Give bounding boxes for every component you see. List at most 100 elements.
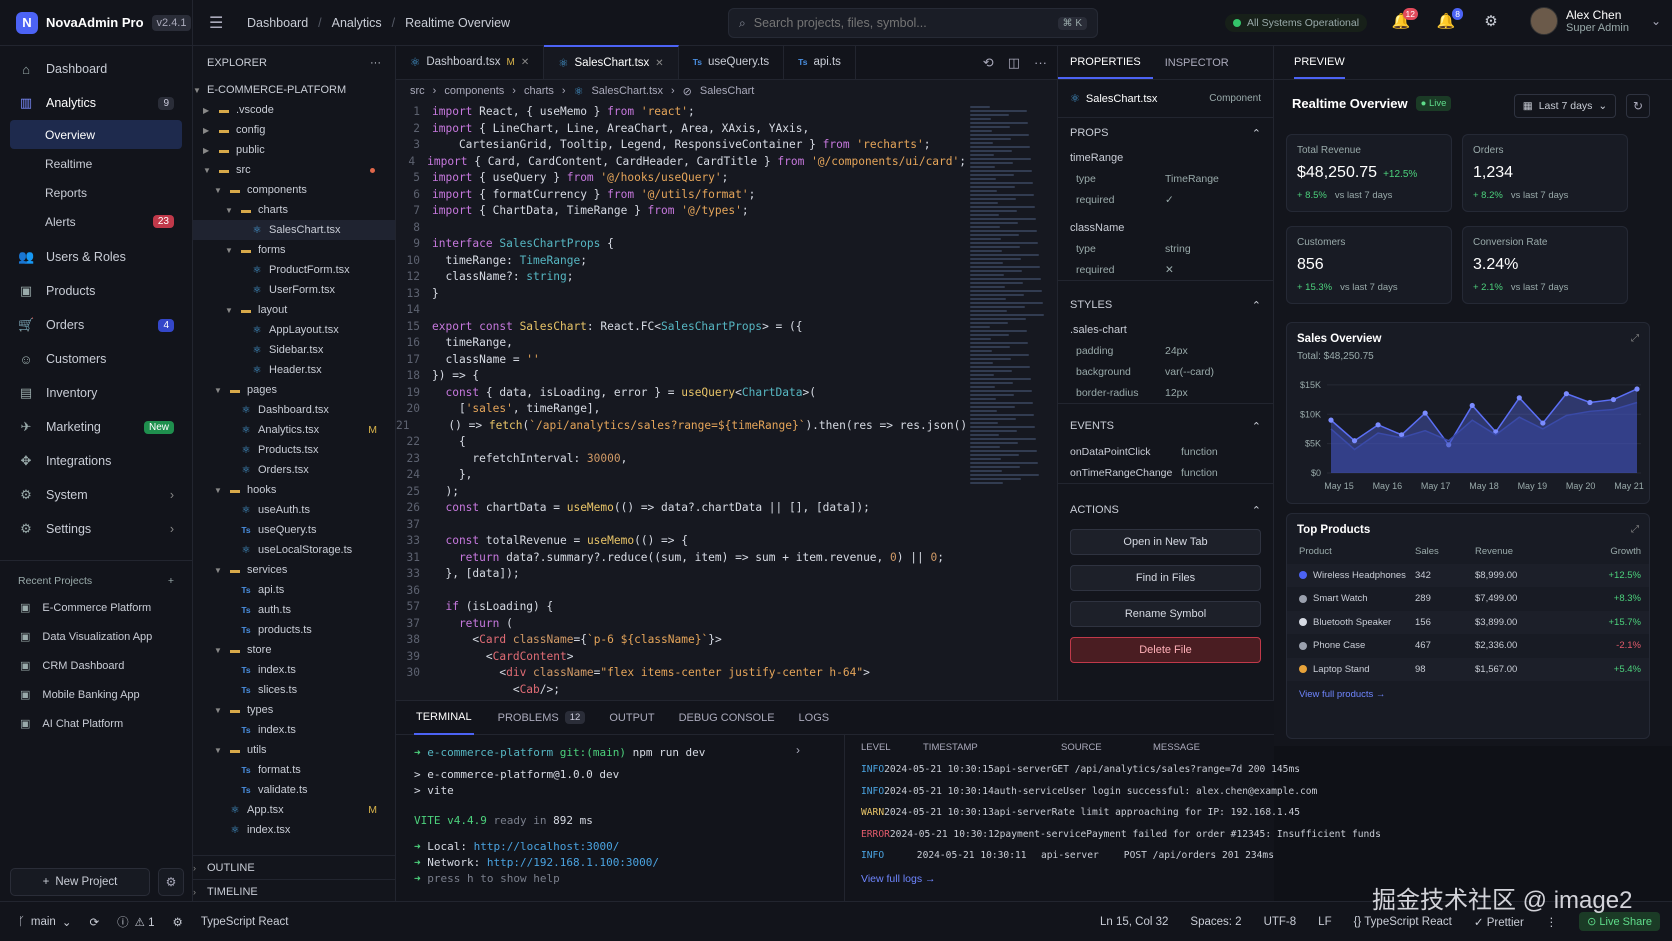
tree-root[interactable]: ▼ E-COMMERCE-PLATFORM [193,80,395,100]
breadcrumb-item[interactable]: charts [524,85,554,97]
data-point[interactable] [1375,422,1381,428]
tree-file[interactable]: ⚛ Products.tsx [193,440,395,460]
data-point[interactable] [1351,438,1358,444]
terminal-output[interactable]: ➜ e-commerce-platform git:(main) npm run… [414,745,834,887]
language-mode-right[interactable]: {} TypeScript React [1354,916,1452,928]
sync-icon[interactable]: ⟳ [89,915,99,929]
tree-file[interactable]: Ts validate.ts [193,780,395,800]
tree-file[interactable]: Ts api.ts [193,580,395,600]
cursor-position[interactable]: Ln 15, Col 32 [1100,916,1168,928]
tab-inspector[interactable]: INSPECTOR [1153,46,1241,79]
tree-file[interactable]: ⚛ Dashboard.tsx [193,400,395,420]
sidebar-item-products[interactable]: ▣ Products [0,274,192,308]
kpi-card-conversion[interactable]: Conversion Rate 3.24% + 2.1% vs last 7 days [1462,226,1628,304]
log-row[interactable]: INFO 2024-05-21 10:30:14 auth-service User … [845,781,1317,803]
sidebar-item-analytics[interactable]: ▥ Analytics 9 [0,86,192,120]
tree-file[interactable]: Ts slices.ts [193,680,395,700]
find-in-files-button[interactable]: Find in Files [1070,565,1261,591]
code-area[interactable]: 1 import React, { useMemo } from 'react';… [396,104,966,700]
tree-file[interactable]: Ts products.ts [193,620,395,640]
tab-logs[interactable]: LOGS [787,701,842,735]
tree-file[interactable]: ⚛ Sidebar.tsx [193,340,395,360]
delete-file-button[interactable]: Delete File [1070,637,1261,663]
open-new-tab-button[interactable]: Open in New Tab [1070,529,1261,555]
tab-saleschart[interactable]: ⚛ SalesChart.tsx ✕ [544,45,679,79]
outline-section[interactable]: › OUTLINE [193,855,396,879]
kpi-card-orders[interactable]: Orders 1,234 + 8.2% vs last 7 days [1462,134,1628,212]
tree-file[interactable]: ⚛ Orders.tsx [193,460,395,480]
sidebar-sub-overview[interactable]: Overview [10,120,182,149]
tab-properties[interactable]: PROPERTIES [1058,46,1153,79]
language-mode[interactable]: TypeScript React [201,916,289,928]
data-point[interactable] [1634,386,1640,392]
search-input[interactable] [753,16,1050,30]
sidebar-item-customers[interactable]: ☺ Customers [0,342,192,376]
view-full-logs-link[interactable]: View full logs → [845,867,1274,891]
extension-icon[interactable]: ⚙ [173,915,183,929]
data-point[interactable] [1540,420,1546,426]
git-branch[interactable]: ᚴ main ⌄ [18,915,71,929]
recent-project-item[interactable]: ▣ E-Commerce Platform [0,593,192,622]
tree-file[interactable]: ⚛ useAuth.ts [193,500,395,520]
problems-indicator[interactable]: ⓘ ⚠ 1 [117,914,154,930]
user-menu[interactable]: Alex Chen Super Admin ⌄ [1530,7,1661,35]
props-section-header[interactable]: PROPS ⌃ [1058,118,1273,148]
tab-usequery[interactable]: Ts useQuery.ts [679,45,785,79]
tree-file[interactable]: Ts useQuery.ts [193,520,395,540]
encoding[interactable]: UTF-8 [1264,916,1297,928]
more-icon[interactable]: ⋮ [1546,915,1558,929]
tab-preview[interactable]: PREVIEW [1294,47,1345,79]
rename-symbol-button[interactable]: Rename Symbol [1070,601,1261,627]
tree-file[interactable]: ⚛ UserForm.tsx [193,280,395,300]
tree-file[interactable]: Ts index.ts [193,720,395,740]
kpi-card-revenue[interactable]: Total Revenue $48,250.75 +12.5% + 8.5% vs la… [1286,134,1452,212]
settings-gear-icon[interactable]: ⚙ [1480,12,1502,34]
global-search[interactable]: ⌕ ⌘ K [728,8,1098,38]
sidebar-item-settings[interactable]: ⚙ Settings › [0,512,192,546]
recent-project-item[interactable]: ▣ Data Visualization App [0,622,192,651]
table-row[interactable]: Laptop Stand 98 $1,567.00 +5.4% [1287,657,1649,681]
sidebar-sub-realtime[interactable]: Realtime [0,149,192,178]
sidebar-item-users[interactable]: 👥 Users & Roles [0,240,192,274]
view-full-products-link[interactable]: View full products → [1287,681,1649,708]
log-row[interactable]: INFO 2024-05-21 10:30:15 api-server GET /ap… [845,759,1300,781]
log-row[interactable]: ERROR 2024-05-21 10:30:12 payment-service P… [845,824,1381,846]
more-icon[interactable]: ··· [370,57,381,69]
line-ending[interactable]: LF [1318,916,1331,928]
breadcrumb-item[interactable]: Analytics [332,16,382,30]
data-point[interactable] [1469,402,1475,409]
tree-file[interactable]: ⚛ ProductForm.tsx [193,260,395,280]
expand-icon[interactable]: ⤢ [1631,524,1639,536]
indentation[interactable]: Spaces: 2 [1190,916,1241,928]
tree-file[interactable]: ⚛ Header.tsx [193,360,395,380]
events-section-header[interactable]: EVENTS ⌃ [1058,411,1273,441]
tree-file[interactable]: Ts format.ts [193,760,395,780]
split-editor-icon[interactable]: ◫ [1008,55,1020,71]
tree-folder[interactable]: ▼ ▬ layout [193,300,395,320]
tree-folder[interactable]: ▼ ▬ forms [193,240,395,260]
diff-icon[interactable]: ⟲ [983,55,994,71]
data-point[interactable] [1422,410,1428,416]
tab-terminal[interactable]: TERMINAL [414,701,474,735]
sidebar-settings-button[interactable]: ⚙ [158,868,184,896]
tab-dashboard[interactable]: ⚛ Dashboard.tsx M ✕ [396,45,545,79]
sidebar-sub-alerts[interactable]: Alerts 23 [0,207,192,236]
breadcrumb-item[interactable]: SalesChart [700,85,754,97]
date-range-select[interactable]: ▦ Last 7 days ⌄ [1514,94,1616,118]
tree-folder[interactable]: ▼ ▬ types [193,700,395,720]
local-url-link[interactable]: http://localhost:3000/ [474,840,620,853]
tree-folder[interactable]: ▼ ▬ hooks [193,480,395,500]
tab-output[interactable]: OUTPUT [597,701,666,735]
system-status[interactable]: All Systems Operational [1225,14,1368,32]
event-row[interactable]: onTimeRangeChange function [1058,462,1273,483]
styles-section-header[interactable]: STYLES ⌃ [1058,290,1273,320]
tab-api[interactable]: Ts api.ts [784,45,856,79]
tree-file[interactable]: ⚛ SalesChart.tsx [193,220,395,240]
tree-file[interactable]: ⚛ index.tsx [193,820,395,840]
recent-project-item[interactable]: ▣ AI Chat Platform [0,709,192,738]
kpi-card-customers[interactable]: Customers 856 + 15.3% vs last 7 days [1286,226,1452,304]
tab-problems[interactable]: PROBLEMS 12 [486,701,598,735]
event-row[interactable]: onDataPointClick function [1058,441,1273,462]
breadcrumb-item[interactable]: components [444,85,504,97]
alerts-bell-icon[interactable]: 🔔 8 [1435,8,1463,34]
